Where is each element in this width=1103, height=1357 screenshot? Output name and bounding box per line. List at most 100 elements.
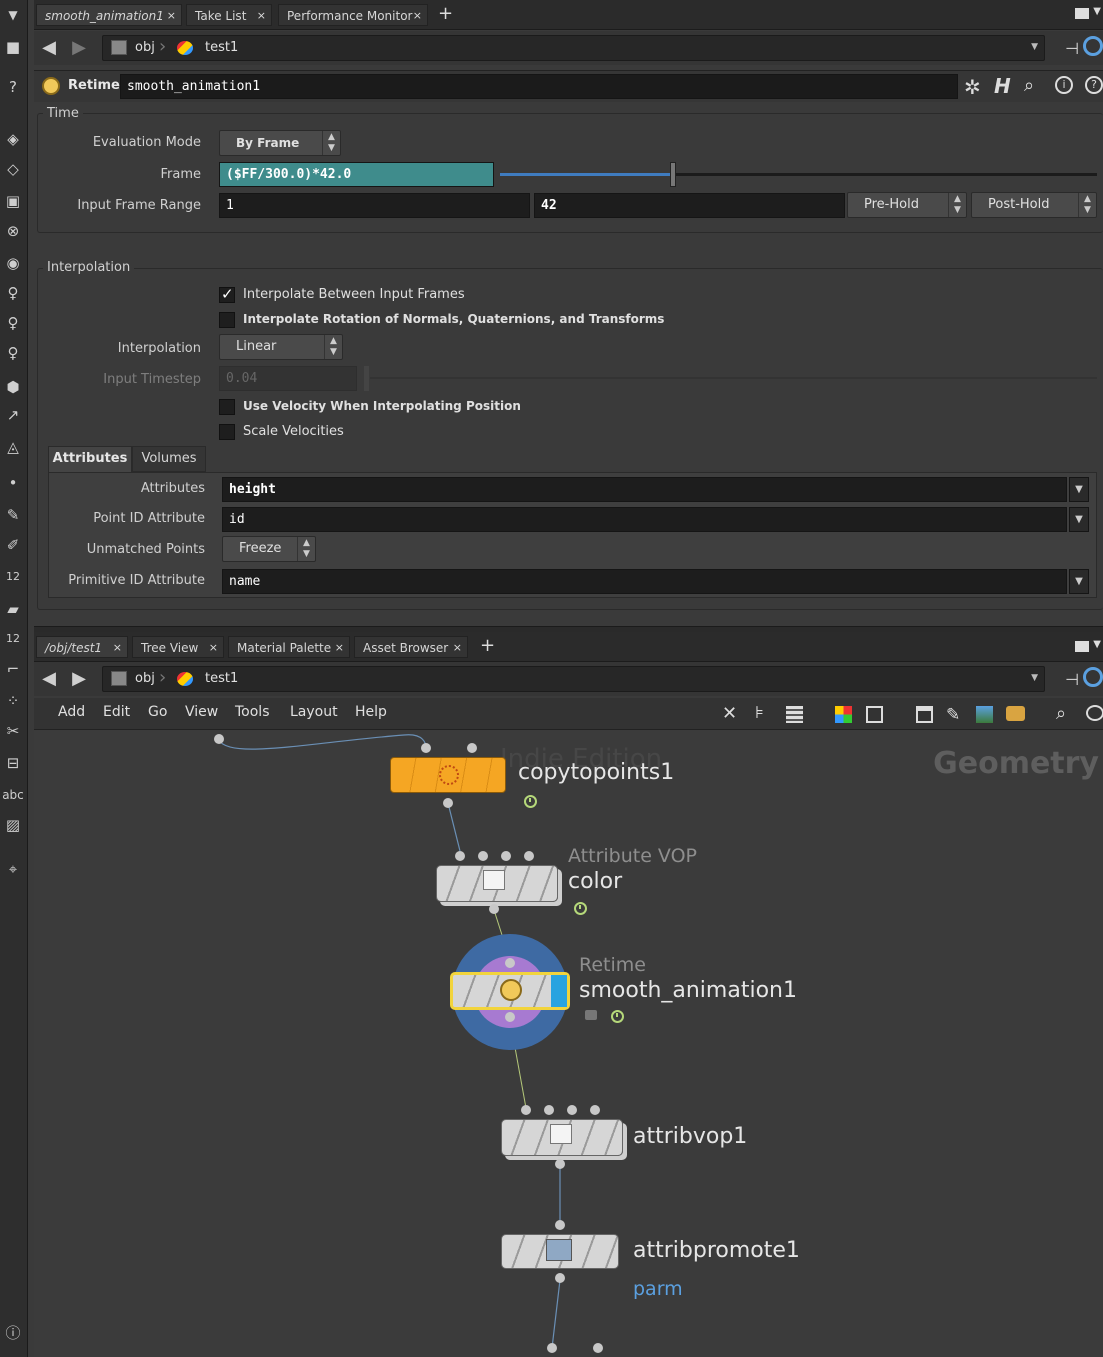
path-net[interactable]: test1 (205, 671, 238, 686)
tab-attributes[interactable]: Attributes (48, 446, 132, 472)
tab-asset-browser[interactable]: Asset Browser × (354, 636, 468, 658)
close-icon[interactable]: × (167, 5, 176, 27)
slider-icon[interactable]: ⊟ (2, 752, 24, 774)
path-obj[interactable]: obj (135, 671, 155, 686)
light-icon[interactable]: ♀ (2, 282, 24, 304)
layers-icon[interactable]: ◈ (2, 128, 24, 150)
path-net[interactable]: test1 (205, 40, 238, 55)
path-obj[interactable]: obj (135, 40, 155, 55)
node-smooth-animation[interactable] (450, 972, 570, 1010)
background-image-icon[interactable] (976, 706, 993, 723)
pose-icon[interactable]: ↗ (2, 404, 24, 426)
node-name-field[interactable]: smooth_animation1 (120, 74, 958, 99)
scissors-icon[interactable]: ✂ (2, 720, 24, 742)
timestep-slider[interactable] (370, 377, 1097, 379)
output-port[interactable] (505, 1012, 515, 1022)
transform-icon[interactable]: ◇ (2, 158, 24, 180)
point-id-dropdown-icon[interactable]: ▼ (1069, 507, 1089, 532)
attributes-field[interactable]: height (222, 477, 1067, 502)
tab-smooth-animation[interactable]: smooth_animation1 × (36, 4, 182, 26)
path-dropdown-icon[interactable]: ▼ (1031, 673, 1038, 683)
image-icon[interactable]: ▨ (2, 814, 24, 836)
input-port[interactable] (455, 851, 465, 861)
view-icon[interactable]: ◬ (2, 436, 24, 458)
pane-menu-icon[interactable]: ▼ (1093, 639, 1101, 650)
link-icon[interactable] (1083, 667, 1103, 687)
frame-slider-handle[interactable] (670, 162, 677, 187)
node-name-copytopoints[interactable]: copytopoints1 (518, 760, 674, 785)
back-arrow-icon[interactable]: ◀ (38, 37, 60, 59)
add-tab-icon[interactable]: + (480, 635, 495, 656)
menu-tools[interactable]: Tools (235, 704, 270, 720)
frame-range-start-field[interactable]: 1 (219, 193, 530, 218)
input-port[interactable] (590, 1105, 600, 1115)
network-editor[interactable]: Indie Edition Geometry copytopoints1 Att… (34, 730, 1103, 1357)
input-port[interactable] (567, 1105, 577, 1115)
menu-arrow-icon[interactable]: ▼ (2, 4, 24, 26)
bulb-icon[interactable]: ♀ (2, 312, 24, 334)
forward-arrow-icon[interactable]: ▶ (68, 668, 90, 690)
eval-mode-dropdown[interactable]: By Frame ▲ ▼ (219, 130, 341, 156)
output-port[interactable] (443, 798, 453, 808)
node-name-attribvop[interactable]: attribvop1 (633, 1124, 747, 1149)
input-port[interactable] (421, 743, 431, 753)
close-icon[interactable]: × (335, 637, 344, 659)
path-dropdown-icon[interactable]: ▼ (1031, 42, 1038, 52)
text-icon[interactable]: abc (2, 784, 24, 806)
input-port[interactable] (501, 851, 511, 861)
path-field[interactable]: obj › test1 ▼ (102, 35, 1045, 61)
unmatched-dropdown[interactable]: Freeze ▲ ▼ (222, 536, 316, 562)
ruler-icon[interactable]: ⌐ (2, 658, 24, 680)
tab-volumes[interactable]: Volumes (132, 446, 206, 472)
number-shelf-icon-2[interactable]: 12 (2, 628, 24, 650)
select-box-icon[interactable]: ■ (2, 36, 24, 58)
gear-icon[interactable]: ✲ (964, 75, 981, 99)
node-name-retime[interactable]: smooth_animation1 (579, 978, 797, 1003)
maximize-icon[interactable] (1075, 641, 1089, 652)
window-icon[interactable] (916, 706, 933, 723)
tab-performance-monitor[interactable]: Performance Monitor × (278, 4, 428, 26)
frame-range-end-field[interactable]: 42 (534, 193, 845, 218)
input-port[interactable] (467, 743, 477, 753)
frame-slider[interactable] (500, 162, 1097, 187)
tab-material-palette[interactable]: Material Palette × (228, 636, 350, 658)
erase-icon[interactable]: ▰ (2, 598, 24, 620)
forward-arrow-icon[interactable]: ▶ (68, 37, 90, 59)
snap-icon[interactable]: ⊗ (2, 220, 24, 242)
interpolation-dropdown[interactable]: Linear ▲ ▼ (219, 334, 343, 360)
tools-icon[interactable]: ✕ (722, 703, 737, 724)
point-id-field[interactable]: id (222, 507, 1067, 532)
pen-icon[interactable]: ✐ (2, 534, 24, 556)
help-icon[interactable]: ? (1085, 76, 1103, 94)
prim-id-field[interactable]: name (222, 569, 1067, 594)
menu-help[interactable]: Help (355, 704, 387, 720)
geometry-icon[interactable]: ⬢ (2, 376, 24, 398)
tab-take-list[interactable]: Take List × (186, 4, 272, 26)
pre-hold-dropdown[interactable]: Pre-Hold ▲ ▼ (847, 192, 967, 218)
velocity-checkbox[interactable] (219, 399, 235, 415)
interp-frames-checkbox[interactable] (219, 285, 235, 303)
input-port[interactable] (478, 851, 488, 861)
close-icon[interactable]: × (257, 5, 266, 27)
color-palette-icon[interactable] (835, 706, 852, 723)
node-attribpromote[interactable] (501, 1234, 619, 1269)
input-port[interactable] (593, 1343, 603, 1353)
prim-id-dropdown-icon[interactable]: ▼ (1069, 569, 1089, 594)
pane-menu-icon[interactable]: ▼ (1093, 6, 1101, 17)
input-port[interactable] (524, 851, 534, 861)
input-port[interactable] (555, 1220, 565, 1230)
grid-view-icon[interactable] (866, 706, 883, 723)
note-icon[interactable]: ✎ (946, 705, 960, 725)
back-arrow-icon[interactable]: ◀ (38, 668, 60, 690)
close-icon[interactable]: × (209, 637, 218, 659)
close-icon[interactable]: × (413, 5, 422, 27)
input-port[interactable] (547, 1343, 557, 1353)
menu-edit[interactable]: Edit (103, 704, 130, 720)
add-tab-icon[interactable]: + (438, 3, 453, 24)
node-color[interactable] (436, 865, 558, 902)
interp-rotation-checkbox[interactable] (219, 312, 235, 328)
tab-obj-test1[interactable]: /obj/test1 × (36, 636, 128, 658)
display-flag[interactable] (551, 975, 567, 1007)
menu-add[interactable]: Add (58, 704, 85, 720)
timestep-slider-handle[interactable] (364, 366, 369, 391)
